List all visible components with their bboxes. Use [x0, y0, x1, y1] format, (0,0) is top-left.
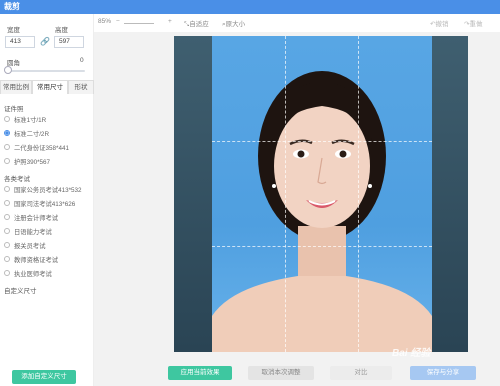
- toolbar: 85% − + ⤡自适应 ⌕原大小 ↶撤销 ↷重做: [94, 14, 500, 32]
- width-input[interactable]: 413: [5, 36, 35, 48]
- grid-line-h2: [212, 246, 432, 247]
- radio-icon: [4, 256, 10, 262]
- option-2r[interactable]: 标准二寸/2R: [4, 128, 49, 138]
- link-icon[interactable]: 🔗: [39, 36, 51, 48]
- watermark: Bai 经验: [392, 348, 431, 359]
- option-exam-4[interactable]: 日语能力考试: [4, 226, 52, 236]
- section-id-photo: 证件照: [4, 106, 24, 113]
- zoom-in-icon[interactable]: +: [168, 18, 172, 25]
- grid-line-h1: [212, 141, 432, 142]
- zoom-slider[interactable]: [124, 23, 154, 24]
- photo-dimmed-right: [432, 36, 468, 352]
- radio-icon: [4, 144, 10, 150]
- option-exam-6[interactable]: 教师资格证考试: [4, 254, 58, 264]
- height-input[interactable]: 597: [54, 36, 84, 48]
- radio-icon: [4, 228, 10, 234]
- radio-icon: [4, 158, 10, 164]
- option-exam-1[interactable]: 国家公务员考试413*532: [4, 184, 82, 194]
- height-label: 高度: [55, 27, 68, 34]
- apply-button[interactable]: 应用当前效果: [168, 366, 232, 380]
- original-size-button[interactable]: ⌕原大小: [222, 18, 245, 29]
- zoom-level: 85%: [98, 18, 112, 25]
- radio-icon: [4, 242, 10, 248]
- tab-size[interactable]: 常用尺寸: [32, 80, 68, 94]
- portrait-illustration: [212, 71, 432, 352]
- option-exam-2[interactable]: 国家司法考试413*626: [4, 198, 75, 208]
- option-exam-7[interactable]: 执业医师考试: [4, 268, 52, 278]
- width-label: 宽度: [7, 27, 20, 34]
- tab-shape[interactable]: 形状: [68, 80, 94, 94]
- corner-slider-knob[interactable]: [4, 66, 12, 74]
- photo-crop-area[interactable]: [212, 36, 432, 352]
- radio-selected-icon: [4, 130, 10, 136]
- fit-button[interactable]: ⤡自适应: [184, 18, 209, 29]
- cancel-button[interactable]: 取消本次调整: [248, 366, 314, 380]
- tabs: 常用比例 常用尺寸 形状: [0, 80, 94, 94]
- compare-button[interactable]: 对比: [330, 366, 392, 380]
- window-title: 裁剪: [0, 0, 500, 14]
- radio-icon: [4, 186, 10, 192]
- option-exam-5[interactable]: 报关员考试: [4, 240, 45, 250]
- redo-button[interactable]: ↷重做: [464, 18, 482, 28]
- radio-icon: [4, 116, 10, 122]
- corner-value: 0: [80, 57, 84, 64]
- left-panel: 宽度 高度 413 🔗 597 圆角 0 常用比例 常用尺寸 形状 证件照 标准…: [0, 14, 94, 386]
- add-custom-size-button[interactable]: 添加自定义尺寸: [12, 370, 76, 384]
- zoom-out-icon[interactable]: −: [116, 18, 120, 25]
- tab-ratio[interactable]: 常用比例: [0, 80, 32, 94]
- grid-line-v1: [285, 36, 286, 352]
- radio-icon: [4, 200, 10, 206]
- option-1r[interactable]: 标准1寸/1R: [4, 114, 46, 124]
- option-exam-3[interactable]: 注册会计师考试: [4, 212, 58, 222]
- photo-dimmed-left: [174, 36, 212, 352]
- section-exams: 各类考试: [4, 176, 30, 183]
- corner-slider[interactable]: [7, 70, 85, 72]
- save-share-button[interactable]: 保存与分享: [410, 366, 476, 380]
- undo-button[interactable]: ↶撤销: [430, 18, 448, 28]
- custom-size-label[interactable]: 自定义尺寸: [4, 285, 37, 295]
- radio-icon: [4, 270, 10, 276]
- option-id-card[interactable]: 二代身份证358*441: [4, 142, 69, 152]
- radio-icon: [4, 214, 10, 220]
- option-passport[interactable]: 护照390*567: [4, 156, 50, 166]
- grid-line-v2: [358, 36, 359, 352]
